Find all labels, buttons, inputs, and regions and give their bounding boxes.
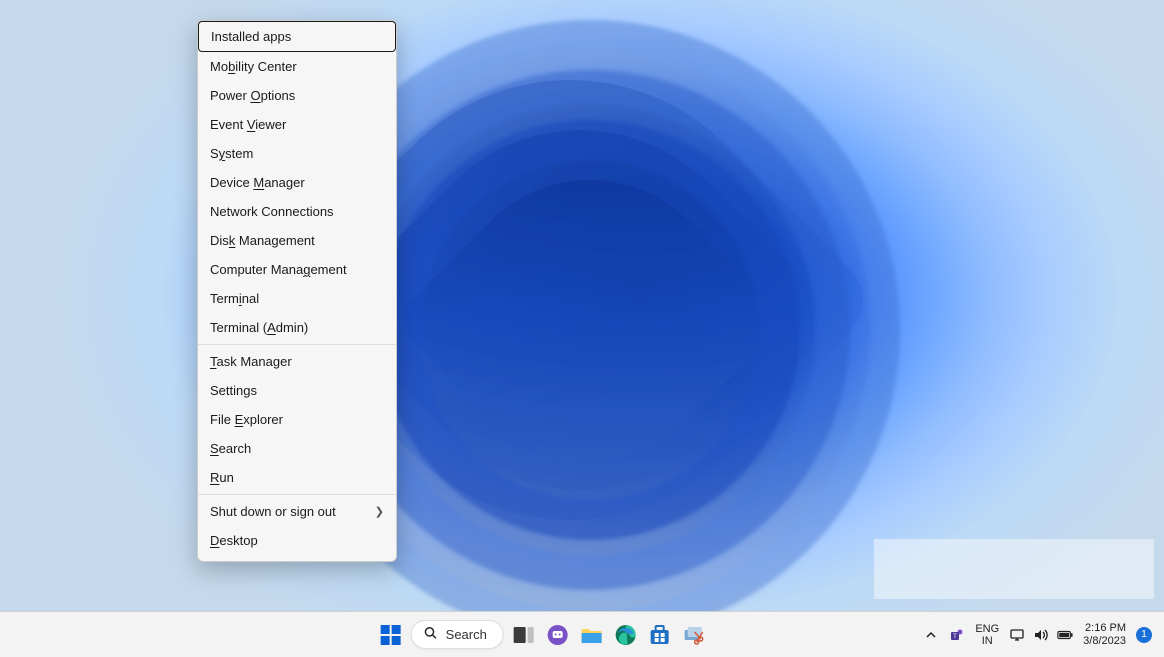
search-label: Search — [446, 627, 487, 642]
menu-item-label: Desktop — [210, 533, 258, 548]
menu-item-label: Disk Management — [210, 233, 315, 248]
menu-item-desktop[interactable]: Desktop — [198, 526, 396, 555]
menu-item-label: Installed apps — [211, 29, 291, 44]
menu-item-label: Device Manager — [210, 175, 305, 190]
snipping-tool-button[interactable] — [680, 621, 708, 649]
taskbar-tray: T ENG IN 2:16 PM 3/8/2023 1 — [923, 622, 1164, 648]
menu-separator — [198, 344, 396, 345]
clock-date: 3/8/2023 — [1083, 635, 1126, 648]
search-icon — [424, 626, 438, 643]
lang-line1: ENG — [975, 623, 999, 635]
notification-badge[interactable]: 1 — [1136, 627, 1152, 643]
menu-item-label: Power Options — [210, 88, 295, 103]
chat-button[interactable] — [544, 621, 572, 649]
menu-item-event-viewer[interactable]: Event Viewer — [198, 110, 396, 139]
menu-item-search[interactable]: Search — [198, 434, 396, 463]
menu-item-device-manager[interactable]: Device Manager — [198, 168, 396, 197]
menu-item-terminal-admin[interactable]: Terminal (Admin) — [198, 313, 396, 342]
menu-item-label: Event Viewer — [210, 117, 286, 132]
clock[interactable]: 2:16 PM 3/8/2023 — [1083, 622, 1126, 648]
language-indicator[interactable]: ENG IN — [975, 623, 999, 647]
menu-item-label: File Explorer — [210, 412, 283, 427]
menu-item-task-manager[interactable]: Task Manager — [198, 347, 396, 376]
edge-button[interactable] — [612, 621, 640, 649]
menu-item-label: Terminal (Admin) — [210, 320, 308, 335]
menu-item-label: Network Connections — [210, 204, 334, 219]
chevron-right-icon: ❯ — [375, 505, 384, 518]
menu-item-label: Search — [210, 441, 251, 456]
clock-time: 2:16 PM — [1083, 622, 1126, 635]
winx-menu: Installed apps Mobility Center Power Optio… — [197, 20, 397, 562]
menu-item-label: Computer Management — [210, 262, 347, 277]
menu-item-label: Settings — [210, 383, 257, 398]
menu-item-label: System — [210, 146, 253, 161]
svg-text:T: T — [953, 634, 957, 640]
task-view-button[interactable] — [510, 621, 538, 649]
menu-item-run[interactable]: Run — [198, 463, 396, 492]
lang-line2: IN — [975, 635, 999, 647]
menu-item-terminal[interactable]: Terminal — [198, 284, 396, 313]
menu-item-power-options[interactable]: Power Options — [198, 81, 396, 110]
menu-item-label: Run — [210, 470, 234, 485]
search-box[interactable]: Search — [411, 620, 504, 649]
file-explorer-button[interactable] — [578, 621, 606, 649]
menu-item-label: Task Manager — [210, 354, 292, 369]
taskbar: Search T ENG IN — [0, 611, 1164, 657]
menu-item-network-connections[interactable]: Network Connections — [198, 197, 396, 226]
menu-item-installed-apps[interactable]: Installed apps — [198, 21, 396, 52]
system-tray-group[interactable] — [1009, 627, 1073, 643]
battery-icon — [1057, 627, 1073, 643]
menu-item-settings[interactable]: Settings — [198, 376, 396, 405]
microsoft-store-button[interactable] — [646, 621, 674, 649]
menu-item-label: Terminal — [210, 291, 259, 306]
notification-count: 1 — [1141, 629, 1147, 640]
menu-item-computer-management[interactable]: Computer Management — [198, 255, 396, 284]
watermark-area — [874, 539, 1154, 599]
menu-item-mobility-center[interactable]: Mobility Center — [198, 52, 396, 81]
menu-separator — [198, 494, 396, 495]
menu-item-shut-down-or-sign-out[interactable]: Shut down or sign out ❯ — [198, 497, 396, 526]
volume-icon — [1033, 627, 1049, 643]
menu-item-label: Mobility Center — [210, 59, 297, 74]
menu-item-file-explorer[interactable]: File Explorer — [198, 405, 396, 434]
start-button[interactable] — [377, 621, 405, 649]
menu-item-label: Shut down or sign out — [210, 504, 336, 519]
taskbar-center: Search — [377, 620, 708, 649]
network-icon — [1009, 627, 1025, 643]
tray-overflow-icon[interactable] — [923, 627, 939, 643]
menu-item-disk-management[interactable]: Disk Management — [198, 226, 396, 255]
teams-tray-icon[interactable]: T — [949, 627, 965, 643]
menu-item-system[interactable]: System — [198, 139, 396, 168]
